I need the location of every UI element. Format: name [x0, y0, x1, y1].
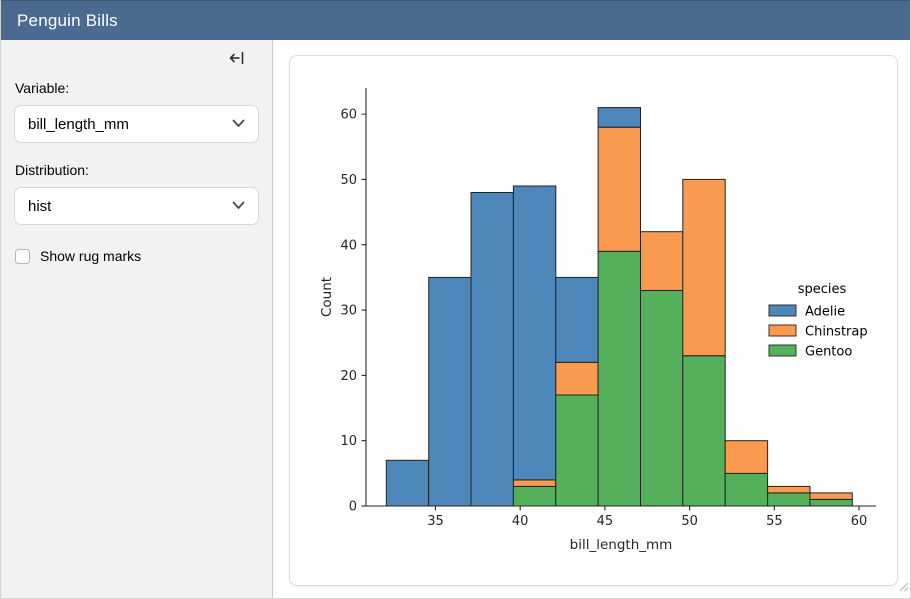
app-title: Penguin Bills [17, 11, 118, 31]
rug-checkbox[interactable] [15, 249, 30, 264]
collapse-left-icon [229, 51, 245, 68]
chevron-down-icon [232, 197, 245, 215]
content-area: Variable: bill_length_mm Distribution: h… [1, 40, 910, 598]
svg-text:60: 60 [851, 514, 868, 529]
resize-grip[interactable] [896, 579, 909, 597]
rug-checkbox-row: Show rug marks [15, 248, 259, 264]
svg-text:20: 20 [340, 369, 357, 384]
svg-text:Count: Count [319, 277, 335, 317]
histogram-svg: 35 40 45 50 55 60 0 10 20 30 40 50 60 bill_length_mm C… [290, 56, 897, 585]
main-panel: 35 40 45 50 55 60 0 10 20 30 40 50 60 bill_length_mm C… [273, 40, 910, 598]
svg-text:0: 0 [349, 500, 357, 515]
app-header: Penguin Bills [1, 0, 910, 40]
sidebar-collapse-row [14, 48, 259, 74]
app-window: Penguin Bills Variable: bill_length_mm [0, 0, 911, 599]
svg-text:Gentoo: Gentoo [805, 345, 852, 360]
svg-text:30: 30 [340, 304, 357, 319]
chevron-down-icon [232, 115, 245, 133]
svg-text:45: 45 [597, 514, 614, 529]
svg-text:50: 50 [681, 514, 698, 529]
variable-select-value: bill_length_mm [28, 116, 129, 133]
sidebar: Variable: bill_length_mm Distribution: h… [1, 40, 273, 598]
svg-text:Chinstrap: Chinstrap [805, 325, 868, 340]
svg-text:10: 10 [340, 434, 357, 449]
rug-checkbox-label: Show rug marks [40, 248, 141, 264]
svg-text:55: 55 [766, 514, 783, 529]
sidebar-collapse-button[interactable] [226, 48, 248, 70]
variable-select[interactable]: bill_length_mm [14, 105, 259, 143]
svg-text:35: 35 [427, 514, 444, 529]
variable-label: Variable: [15, 80, 259, 96]
plot-card: 35 40 45 50 55 60 0 10 20 30 40 50 60 bill_length_mm C… [289, 55, 898, 586]
svg-text:Adelie: Adelie [805, 305, 845, 320]
svg-text:40: 40 [340, 238, 357, 253]
svg-text:species: species [798, 282, 847, 297]
svg-text:60: 60 [340, 108, 357, 123]
distribution-select[interactable]: hist [14, 187, 259, 225]
svg-text:40: 40 [512, 514, 529, 529]
svg-text:bill_length_mm: bill_length_mm [570, 537, 673, 553]
distribution-select-value: hist [28, 198, 51, 215]
distribution-label: Distribution: [15, 162, 259, 178]
svg-text:50: 50 [340, 173, 357, 188]
